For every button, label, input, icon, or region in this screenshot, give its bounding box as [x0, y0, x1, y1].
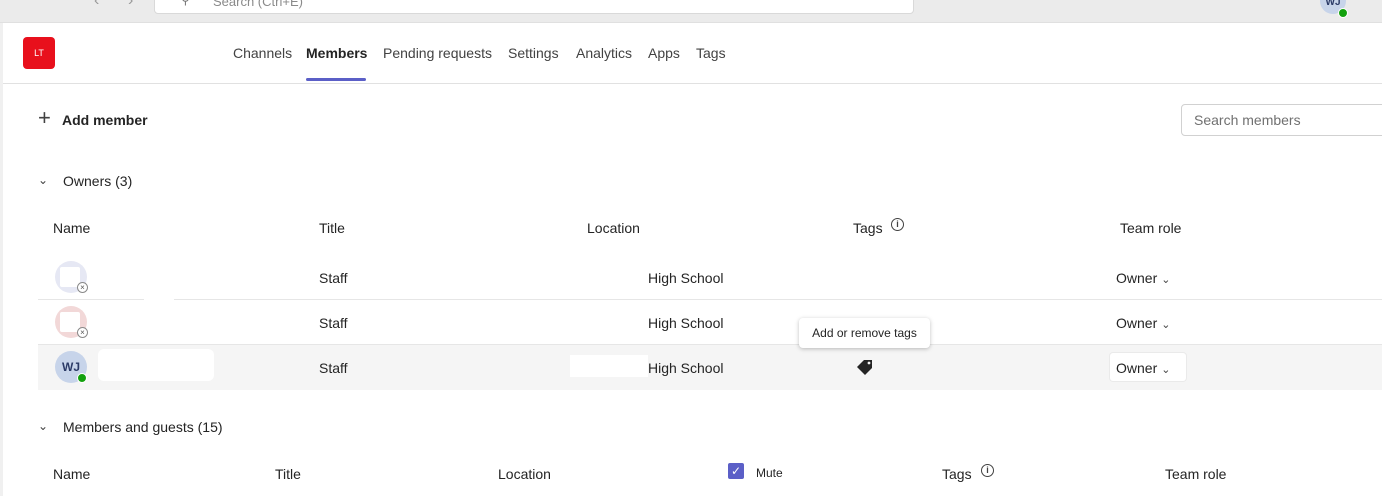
redacted-name [144, 298, 174, 302]
presence-available-icon [1338, 8, 1348, 18]
info-icon[interactable]: i [891, 218, 904, 231]
members-col-team-role[interactable]: Team role [1165, 466, 1226, 482]
chevron-down-icon: ⌄ [38, 419, 49, 433]
members-col-tags[interactable]: Tags [942, 466, 972, 482]
row3-role-label: Owner [1116, 360, 1158, 376]
row2-title: Staff [319, 315, 348, 331]
user-avatar-initials: WJ [1325, 0, 1341, 8]
owners-col-title[interactable]: Title [319, 220, 345, 236]
status-unknown-icon: × [77, 282, 88, 293]
info-icon[interactable]: i [981, 464, 994, 477]
search-members-input[interactable] [1181, 104, 1382, 136]
team-avatar: LT [23, 37, 55, 69]
chevron-left-icon[interactable]: ‹ [94, 0, 99, 10]
owners-section-title: Owners (3) [63, 173, 133, 189]
user-avatar[interactable]: WJ [1320, 0, 1348, 18]
tags-tooltip: Add or remove tags [799, 318, 930, 348]
owners-col-team-role[interactable]: Team role [1120, 220, 1181, 236]
members-col-mute: Mute [756, 466, 783, 480]
owners-col-tags[interactable]: Tags [853, 220, 883, 236]
row3-location: High School [648, 360, 724, 376]
row2-role-dropdown[interactable]: Owner ⌄ [1116, 315, 1170, 331]
member-avatar[interactable]: × [55, 306, 88, 338]
more-horizontal-icon[interactable]: ··· [1286, 0, 1303, 6]
add-member-label: Add member [62, 112, 148, 128]
row2-role-label: Owner [1116, 315, 1158, 331]
owners-col-name[interactable]: Name [53, 220, 90, 236]
active-tab-indicator [306, 78, 366, 81]
tab-tags[interactable]: Tags [696, 45, 726, 61]
global-search-input[interactable]: ⚲ Search (Ctrl+E) [154, 0, 914, 14]
row3-role-dropdown[interactable]: Owner ⌄ [1116, 360, 1170, 376]
row2-location: High School [648, 315, 724, 331]
global-search-placeholder: Search (Ctrl+E) [213, 0, 303, 9]
app-top-bar: ‹ › ⚲ Search (Ctrl+E) ··· WJ [0, 0, 1382, 23]
member-avatar[interactable]: × [55, 261, 88, 293]
tab-pending-requests[interactable]: Pending requests [383, 45, 492, 61]
redacted-name [98, 349, 214, 381]
chevron-down-icon: ⌄ [38, 173, 49, 187]
members-section-title: Members and guests (15) [63, 419, 223, 435]
left-edge-divider [0, 23, 3, 496]
members-col-location[interactable]: Location [498, 466, 551, 482]
tab-members[interactable]: Members [306, 45, 367, 61]
tab-bar-divider [3, 83, 1382, 84]
row1-location: High School [648, 270, 724, 286]
redacted-location [570, 355, 648, 377]
row1-role-dropdown[interactable]: Owner ⌄ [1116, 270, 1170, 286]
team-avatar-text: LT [34, 48, 44, 58]
chevron-down-icon: ⌄ [1161, 319, 1171, 331]
tag-icon[interactable] [857, 359, 874, 375]
chevron-right-icon[interactable]: › [128, 0, 133, 10]
owners-col-location[interactable]: Location [587, 220, 640, 236]
chevron-down-icon: ⌄ [1161, 364, 1171, 376]
row1-title: Staff [319, 270, 348, 286]
member-avatar-initials: WJ [62, 360, 80, 374]
member-avatar[interactable]: WJ [55, 351, 87, 383]
chevron-down-icon: ⌄ [1161, 274, 1171, 286]
tab-channels[interactable]: Channels [233, 45, 292, 61]
tab-apps[interactable]: Apps [648, 45, 680, 61]
row1-role-label: Owner [1116, 270, 1158, 286]
status-unknown-icon: × [77, 327, 88, 338]
members-col-title[interactable]: Title [275, 466, 301, 482]
mute-checkbox[interactable]: ✓ [728, 463, 744, 479]
tab-analytics[interactable]: Analytics [576, 45, 632, 61]
search-icon: ⚲ [181, 0, 190, 7]
row3-title: Staff [319, 360, 348, 376]
add-icon: + [38, 105, 51, 130]
presence-available-icon [77, 373, 87, 383]
tab-settings[interactable]: Settings [508, 45, 559, 61]
members-col-name[interactable]: Name [53, 466, 90, 482]
